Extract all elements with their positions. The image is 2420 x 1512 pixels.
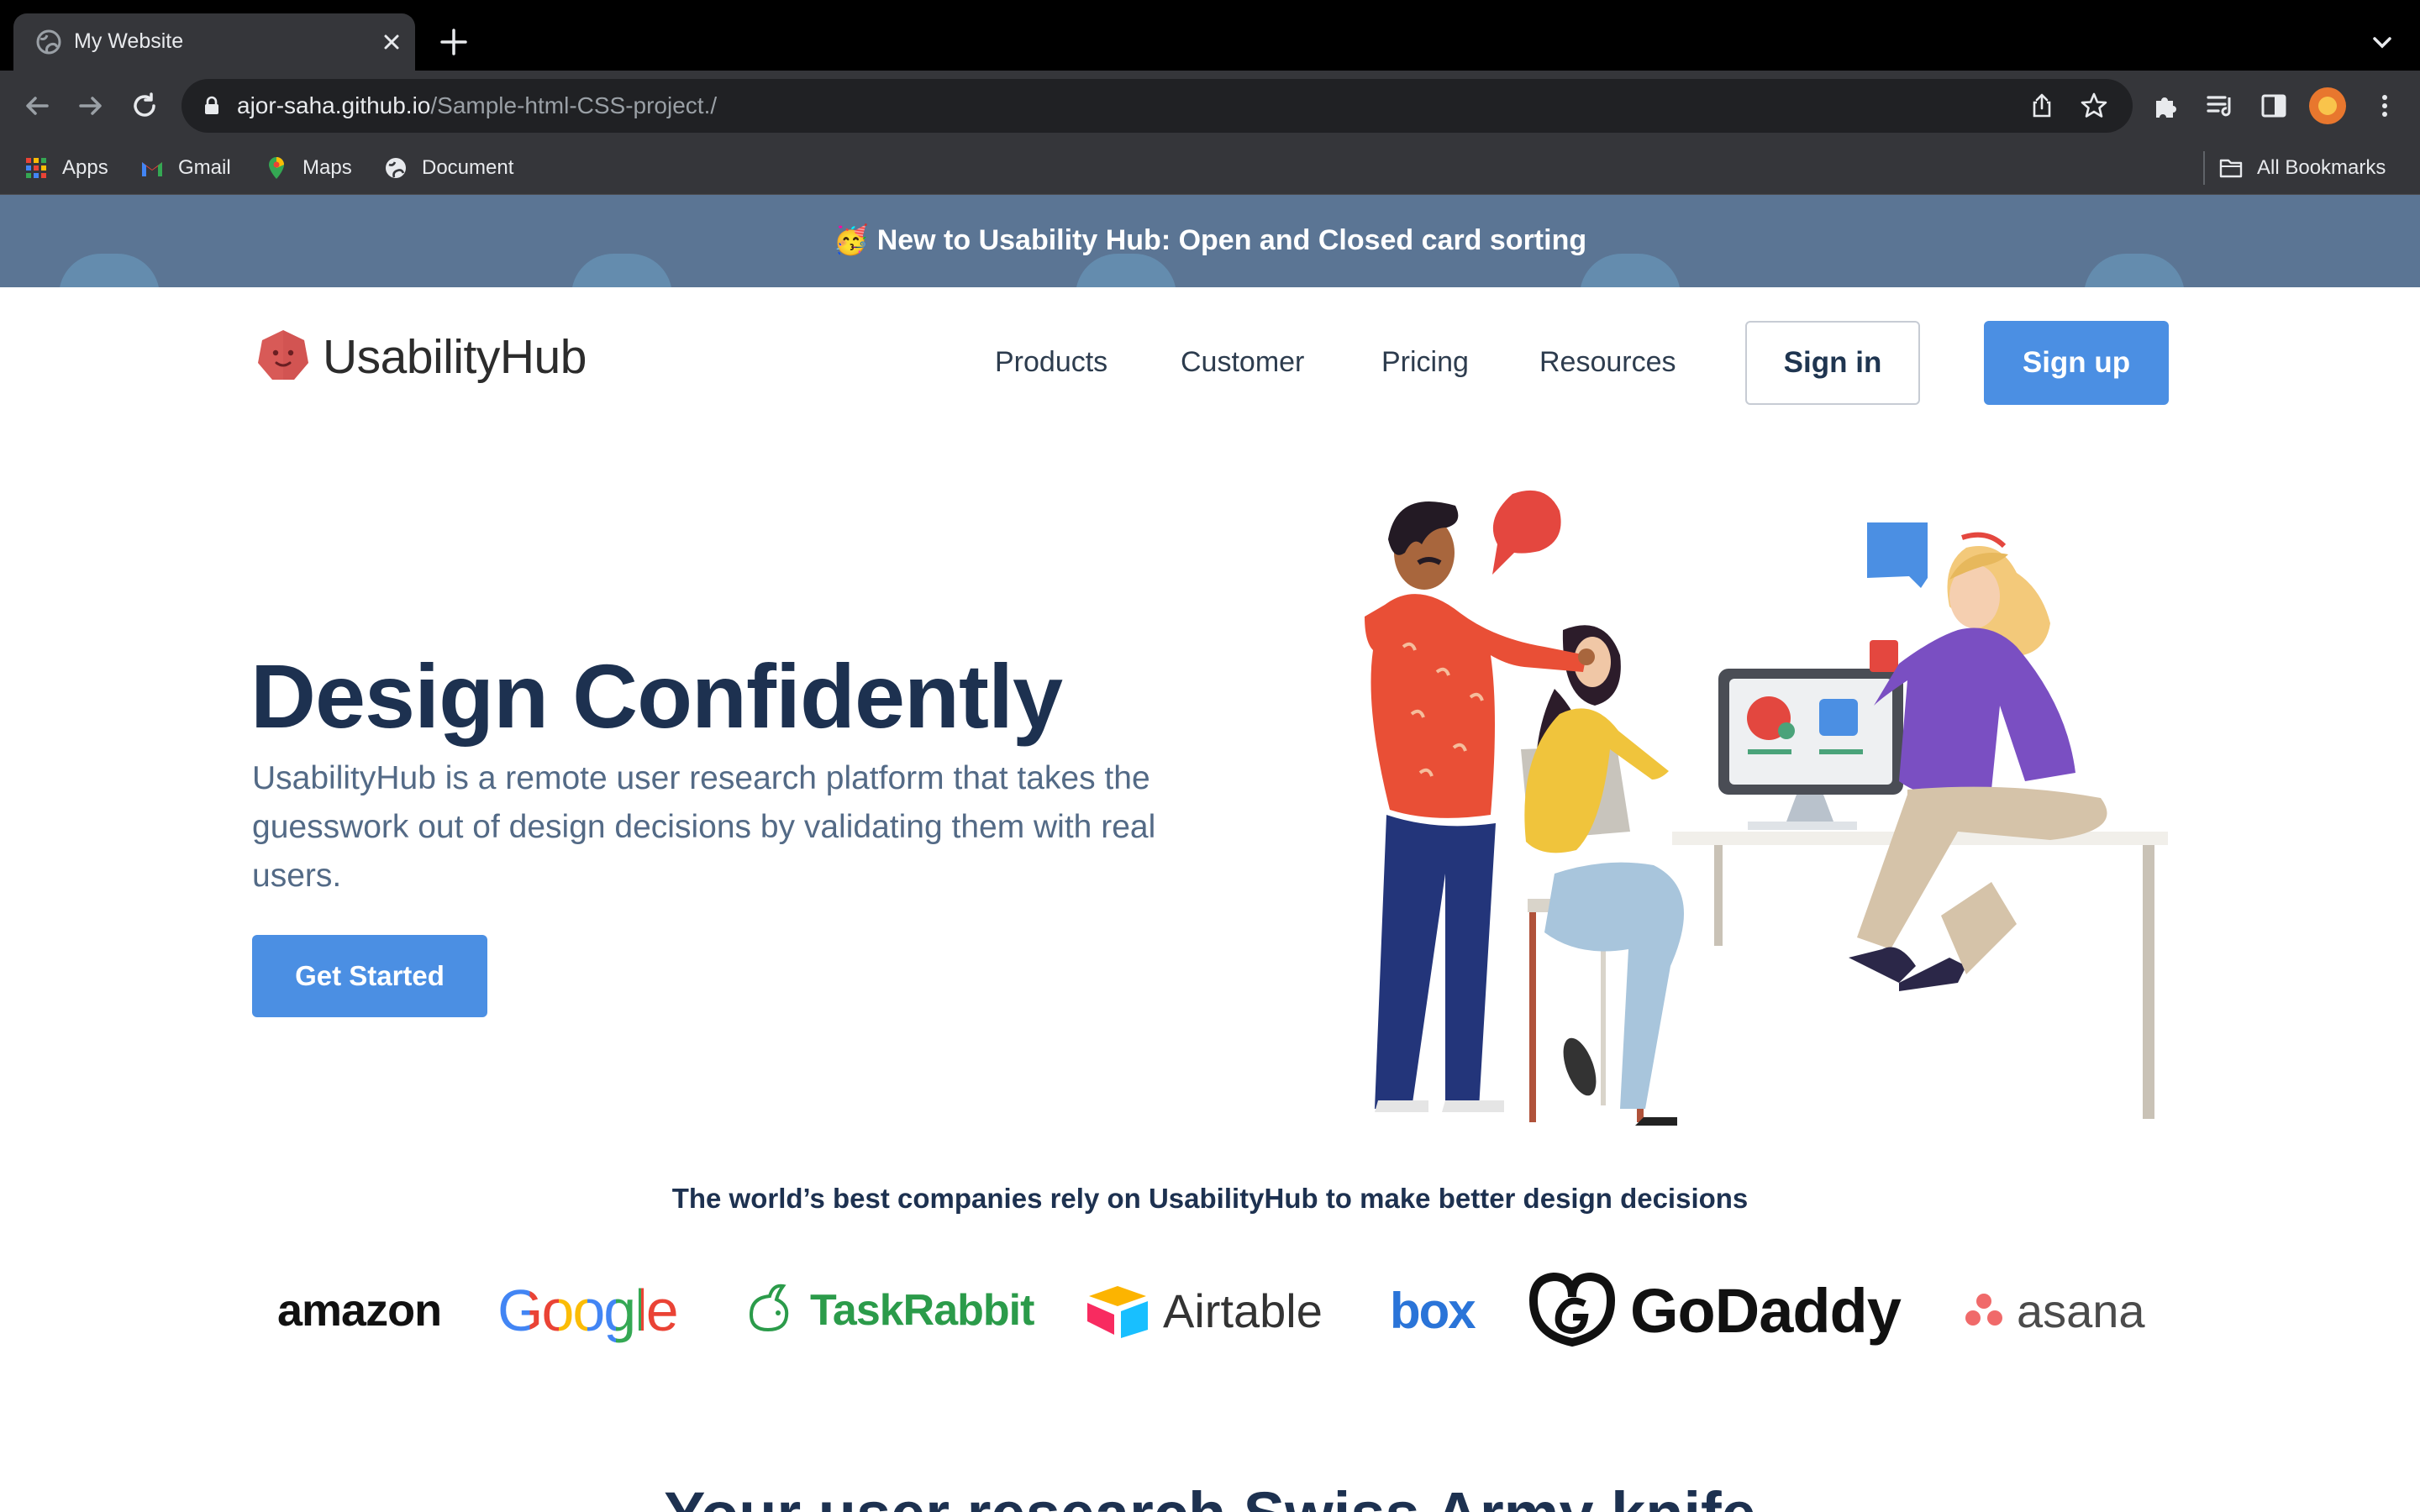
taskrabbit-logo: TaskRabbit: [739, 1260, 1034, 1361]
browser-toolbar: ajor-saha.github.io/Sample-html-CSS-proj…: [0, 71, 2420, 141]
bookmark-label: Document: [422, 156, 514, 179]
hero-title: Design Confidently: [250, 645, 1063, 747]
globe-icon: [386, 158, 406, 178]
lock-icon[interactable]: [200, 94, 224, 118]
companies-caption: The world’s best companies rely on Usabi…: [671, 1183, 1749, 1214]
browser-tab[interactable]: My Website: [13, 13, 415, 71]
banner-decoration: [1580, 254, 1681, 287]
taskrabbit-wordmark: TaskRabbit: [810, 1286, 1034, 1335]
banner-decoration: [571, 254, 672, 287]
browser-tab-strip: My Website: [0, 0, 2420, 71]
more-menu-icon[interactable]: [2368, 89, 2402, 123]
bookmark-label: Maps: [302, 156, 352, 179]
party-emoji: 🥳: [833, 224, 870, 256]
bookmark-maps[interactable]: Maps: [264, 153, 352, 183]
announcement-banner[interactable]: 🥳 New to Usability Hub: Open and Closed …: [0, 195, 2420, 287]
announcement-text: 🥳 New to Usability Hub: Open and Closed …: [0, 223, 2420, 257]
asana-logo: asana: [1963, 1260, 2145, 1361]
folder-icon: [2219, 159, 2243, 178]
godaddy-icon: [1528, 1272, 1616, 1347]
sign-in-button[interactable]: Sign in: [1745, 321, 1920, 405]
airtable-icon: [1087, 1286, 1148, 1338]
rabbit-icon: [749, 1284, 789, 1332]
google-logo: Google: [497, 1260, 679, 1361]
gmail-icon: [142, 162, 162, 176]
profile-avatar[interactable]: [2309, 87, 2346, 124]
tab-title: My Website: [74, 29, 184, 53]
bookmark-label: Gmail: [178, 156, 231, 179]
hero-illustration: [1365, 490, 2168, 1126]
back-arrow-icon[interactable]: [18, 87, 55, 124]
all-bookmarks-label: All Bookmarks: [2257, 156, 2386, 179]
get-started-button[interactable]: Get Started: [252, 935, 487, 1017]
url-path: /Sample-html-CSS-project./: [430, 92, 718, 118]
chevron-down-icon[interactable]: [2368, 29, 2396, 57]
sign-up-button[interactable]: Sign up: [1984, 321, 2169, 405]
godaddy-wordmark: GoDaddy: [1630, 1275, 1902, 1346]
close-icon[interactable]: [376, 27, 407, 57]
box-wordmark: box: [1390, 1282, 1476, 1339]
bookmark-label: Apps: [62, 156, 108, 179]
url-host: ajor-saha.github.io: [237, 92, 431, 118]
bookmarks-divider: [2203, 151, 2205, 185]
side-panel-icon[interactable]: [2257, 89, 2291, 123]
logo-wordmark[interactable]: UsabilityHub: [323, 329, 587, 385]
forward-arrow-icon[interactable]: [72, 87, 109, 124]
hero-description: UsabilityHub is a remote user research p…: [252, 760, 1156, 894]
bookmark-document[interactable]: Document: [383, 153, 513, 183]
airtable-wordmark: Airtable: [1163, 1284, 1323, 1337]
usabilityhub-logo-icon[interactable]: [255, 328, 311, 383]
bookmark-gmail[interactable]: Gmail: [139, 153, 231, 183]
media-control-icon[interactable]: [2203, 89, 2237, 123]
maps-pin-icon: [269, 157, 284, 179]
new-tab-icon[interactable]: [437, 25, 471, 59]
airtable-logo: Airtable: [1084, 1260, 1323, 1361]
bookmark-apps[interactable]: Apps: [24, 153, 108, 183]
site-header: UsabilityHub Products Customer Pricing R…: [0, 287, 2420, 438]
announcement-label: New to Usability Hub: Open and Closed ca…: [876, 224, 1587, 256]
share-icon[interactable]: [2027, 91, 2057, 121]
nav-pricing[interactable]: Pricing: [1381, 346, 1469, 379]
extensions-icon[interactable]: [2149, 89, 2183, 123]
globe-icon: [36, 29, 61, 55]
section-heading: Your user research Swiss Army knife: [0, 1478, 2420, 1512]
godaddy-logo: GoDaddy: [1526, 1260, 1902, 1361]
nav-customer[interactable]: Customer: [1181, 346, 1304, 379]
reload-icon[interactable]: [126, 87, 163, 124]
asana-wordmark: asana: [2017, 1284, 2145, 1337]
amazon-logo: amazon: [277, 1260, 442, 1361]
banner-decoration: [59, 254, 160, 287]
apps-grid-icon: [26, 158, 46, 178]
nav-resources[interactable]: Resources: [1539, 346, 1676, 379]
bookmarks-bar: Apps Gmail Maps Document All Bookmarks: [0, 141, 2420, 195]
amazon-wordmark: amazon: [277, 1285, 442, 1336]
asana-icon: [1965, 1294, 2002, 1326]
address-bar[interactable]: ajor-saha.github.io/Sample-html-CSS-proj…: [182, 79, 2133, 133]
nav-products[interactable]: Products: [995, 346, 1107, 379]
all-bookmarks[interactable]: All Bookmarks: [2218, 153, 2386, 183]
box-logo: box: [1390, 1260, 1476, 1361]
banner-decoration: [1076, 254, 1176, 287]
google-wordmark: Google: [497, 1278, 679, 1343]
star-icon[interactable]: [2079, 91, 2109, 121]
banner-decoration: [2084, 254, 2185, 287]
url-text[interactable]: ajor-saha.github.io/Sample-html-CSS-proj…: [237, 92, 717, 119]
